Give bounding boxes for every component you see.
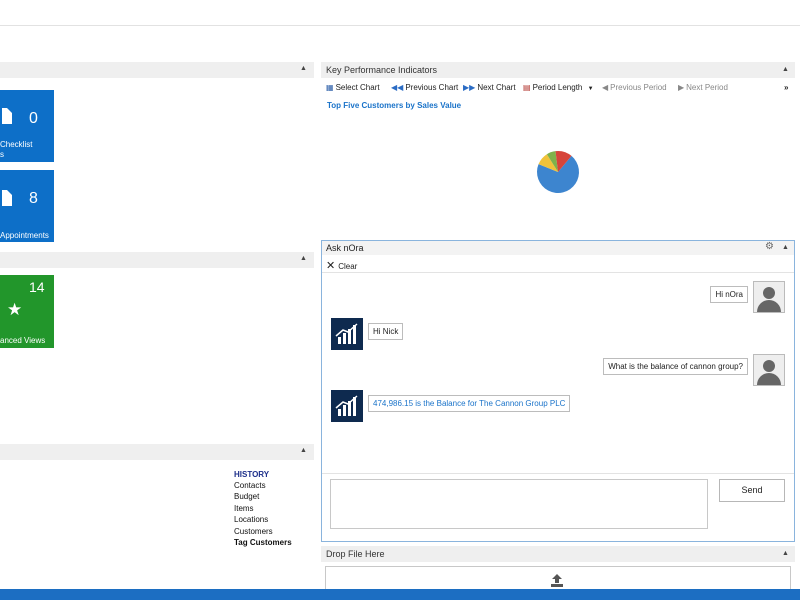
collapse-chevron-icon[interactable]: ▲ [300, 255, 307, 262]
clear-button[interactable]: ✕ Clear [326, 259, 357, 272]
tile-label: Checklist s [0, 140, 33, 159]
double-left-arrow-icon: ◀◀ [391, 83, 404, 92]
history-link-items[interactable]: Items [234, 504, 254, 513]
collapse-chevron-icon[interactable]: ▲ [782, 66, 789, 73]
drop-header: Drop File Here ▲ [321, 546, 795, 562]
pie-chart [537, 151, 579, 193]
left-section-header-1: ▲ [0, 62, 314, 78]
history-link-contacts[interactable]: Contacts [234, 481, 266, 490]
collapse-chevron-icon[interactable]: ▲ [300, 447, 307, 454]
overflow-chevron-icon[interactable]: » [784, 83, 788, 92]
previous-period-label: Previous Period [610, 83, 667, 92]
message-input[interactable] [330, 479, 708, 529]
history-heading: HISTORY [234, 470, 270, 479]
user-avatar-icon [753, 354, 785, 386]
document-icon [2, 108, 12, 124]
bot-message: 474,986.15 is the Balance for The Cannon… [368, 395, 571, 412]
clear-label: Clear [338, 262, 358, 271]
kpi-header: Key Performance Indicators ▲ [321, 62, 795, 78]
double-right-arrow-icon: ▶▶ [463, 83, 476, 92]
previous-chart-label: Previous Chart [405, 83, 459, 92]
kpi-title: Key Performance Indicators [326, 65, 438, 75]
tile-label: anced Views [0, 336, 46, 345]
history-link-locations[interactable]: Locations [234, 515, 268, 524]
collapse-chevron-icon[interactable]: ▲ [782, 244, 789, 251]
ask-nora-panel: Ask nOra ⚙ ▲ ✕ Clear Hi nOra Hi Nick What… [321, 240, 795, 542]
history-link-tag-customers[interactable]: Tag Customers [234, 538, 292, 547]
divider [322, 272, 794, 273]
tile-count: 0 [29, 110, 38, 127]
bot-avatar-icon [331, 390, 363, 422]
tile-count: 14 [29, 279, 45, 295]
calendar-icon: ▤ [523, 83, 531, 92]
next-period-label: Next Period [686, 83, 728, 92]
divider [322, 473, 794, 474]
history-link-customers[interactable]: Customers [234, 527, 273, 536]
drop-title: Drop File Here [326, 549, 385, 559]
previous-period-button[interactable]: ◀ Previous Period [602, 83, 667, 92]
user-avatar-icon [753, 281, 785, 313]
select-chart-button[interactable]: ▦ Select Chart [326, 83, 380, 92]
send-button[interactable]: Send [719, 479, 785, 502]
collapse-chevron-icon[interactable]: ▲ [782, 550, 789, 557]
tile-advanced-views[interactable]: 14 ★ anced Views [0, 275, 54, 348]
status-bar [0, 589, 800, 600]
dropdown-arrow-icon: ▼ [587, 86, 594, 92]
chart-title-link[interactable]: Top Five Customers by Sales Value [327, 101, 461, 110]
user-message: What is the balance of cannon group? [603, 358, 748, 375]
tile-count: 8 [29, 190, 38, 207]
bot-avatar-icon [331, 318, 363, 350]
ask-header: Ask nOra ⚙ ▲ [322, 241, 794, 255]
select-chart-label: Select Chart [335, 83, 380, 92]
left-section-header-3: ▲ [0, 444, 314, 460]
upload-icon [551, 574, 563, 587]
tile-checklist[interactable]: 0 Checklist s [0, 90, 54, 162]
previous-chart-button[interactable]: ◀◀ Previous Chart [391, 83, 458, 92]
next-chart-button[interactable]: ▶▶ Next Chart [463, 83, 516, 92]
settings-gear-icon[interactable]: ⚙ [765, 241, 774, 252]
left-section-header-2: ▲ [0, 252, 314, 268]
document-icon [2, 190, 12, 206]
collapse-chevron-icon[interactable]: ▲ [300, 65, 307, 72]
star-icon: ★ [7, 300, 23, 319]
bot-message: Hi Nick [368, 323, 404, 340]
period-length-dropdown[interactable]: ▤ Period Length ▼ [523, 83, 594, 92]
user-message: Hi nOra [710, 286, 748, 303]
bar-chart-icon: ▦ [326, 83, 334, 92]
top-divider [0, 25, 800, 26]
next-chart-label: Next Chart [477, 83, 516, 92]
ask-title: Ask nOra [326, 243, 364, 253]
close-x-icon: ✕ [326, 260, 336, 272]
next-period-button[interactable]: ▶ Next Period [678, 83, 728, 92]
history-link-budget[interactable]: Budget [234, 492, 259, 501]
tile-label: Appointments [0, 231, 49, 240]
period-length-label: Period Length [532, 83, 583, 92]
tile-appointments[interactable]: 8 Appointments [0, 170, 54, 242]
right-arrow-icon: ▶ [678, 83, 685, 92]
left-arrow-icon: ◀ [602, 83, 609, 92]
